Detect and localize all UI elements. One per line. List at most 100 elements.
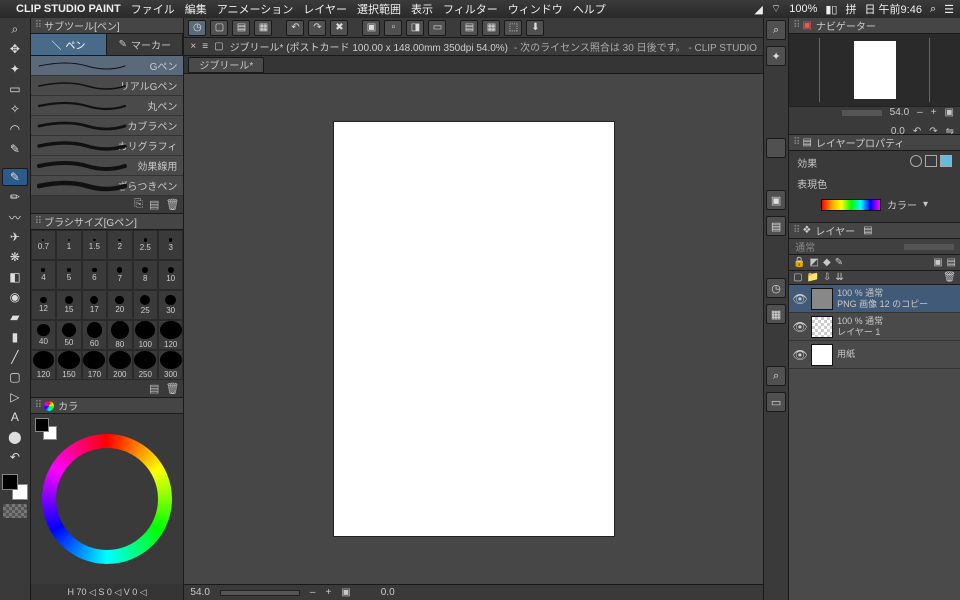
brush-row[interactable]: 効果線用 <box>31 156 184 176</box>
info-icon[interactable]: ◷ <box>766 278 786 298</box>
quickaccess-icon[interactable]: ⌕ <box>766 20 786 40</box>
brushsize-delete-icon[interactable]: 🗑 <box>165 382 179 395</box>
effect-tone-icon[interactable] <box>925 155 937 167</box>
zoom-fit-icon[interactable]: ▣ <box>341 587 350 598</box>
tool-airbrush[interactable]: ✈ <box>2 228 28 246</box>
brush-duplicate-icon[interactable]: ⎘ <box>134 198 143 211</box>
menu-edit[interactable]: 編集 <box>185 1 207 17</box>
brush-size-cell[interactable]: 0.7 <box>31 230 56 260</box>
panel-grip-icon[interactable]: ⠿ <box>35 20 40 31</box>
cmd-ruler-icon[interactable]: ▤ <box>460 20 478 36</box>
visibility-eye-icon[interactable]: 👁 <box>793 320 807 334</box>
brush-row[interactable]: ざらつきペン <box>31 176 184 196</box>
tool-ruler[interactable]: ▷ <box>2 388 28 406</box>
brushsize-panel-header[interactable]: ⠿ ブラシサイズ[Gペン] <box>31 214 184 230</box>
new-layer-icon[interactable]: ▢ <box>793 272 802 283</box>
brush-row[interactable]: カブラペン <box>31 116 184 136</box>
brush-size-cell[interactable]: 60 <box>82 320 107 350</box>
brush-size-cell[interactable]: 7 <box>107 260 132 290</box>
tool-magnify[interactable]: ⌕ <box>2 20 28 38</box>
cmd-undo-icon[interactable]: ↶ <box>286 20 304 36</box>
rotation-readout[interactable]: 0.0 <box>381 587 395 598</box>
opacity-slider[interactable] <box>904 244 954 250</box>
visibility-eye-icon[interactable]: 👁 <box>793 292 807 306</box>
tool-blend[interactable]: ◉ <box>2 288 28 306</box>
menu-view[interactable]: 表示 <box>411 1 433 17</box>
brush-size-cell[interactable]: 2.5 <box>133 230 158 260</box>
blend-mode-select[interactable]: 通常 <box>795 239 815 254</box>
tool-frame[interactable]: ▢ <box>2 368 28 386</box>
tool-fill[interactable]: ▰ <box>2 308 28 326</box>
menu-animation[interactable]: アニメーション <box>217 1 294 17</box>
layer-thumbnail[interactable] <box>811 344 833 366</box>
subtool-tab-pen[interactable]: ＼ ペン <box>31 34 107 55</box>
ime-indicator[interactable]: 拼 <box>845 1 856 17</box>
cmd-clip-studio-icon[interactable]: ◷ <box>188 20 206 36</box>
brush-size-cell[interactable]: 150 <box>56 350 81 380</box>
tool-brush[interactable]: 〰 <box>2 208 28 226</box>
brush-new-icon[interactable]: ▤ <box>149 198 159 211</box>
history-icon[interactable]: ▤ <box>766 216 786 236</box>
canvas-paper[interactable] <box>334 122 614 536</box>
nav-zoom-value[interactable]: 54.0 <box>890 107 909 118</box>
brush-size-cell[interactable]: 30 <box>158 290 183 320</box>
cmd-delete-icon[interactable]: ✖ <box>330 20 348 36</box>
brushsize-add-icon[interactable]: ▤ <box>149 382 159 395</box>
brush-size-cell[interactable]: 80 <box>107 320 132 350</box>
brush-size-cell[interactable]: 1 <box>56 230 81 260</box>
tool-eyedropper[interactable]: ✎ <box>2 140 28 158</box>
nav-zoom-in-icon[interactable]: + <box>931 107 937 118</box>
animation-cel-icon[interactable]: ▭ <box>766 392 786 412</box>
new-folder-icon[interactable]: 📁 <box>807 272 819 283</box>
cmd-new-icon[interactable]: ▢ <box>210 20 228 36</box>
brush-size-cell[interactable]: 2 <box>107 230 132 260</box>
battery-icon[interactable]: ▮▯ <box>825 3 837 16</box>
brush-size-cell[interactable]: 10 <box>158 260 183 290</box>
dropdown-icon[interactable]: ▾ <box>923 199 928 210</box>
cmd-select-all-icon[interactable]: ▣ <box>362 20 380 36</box>
layer-tab2-icon[interactable]: ▤ <box>863 225 872 236</box>
document-tab[interactable]: ジブリール* <box>188 57 264 73</box>
nav-zoom-slider[interactable] <box>842 110 882 116</box>
menu-window[interactable]: ウィンドウ <box>508 1 563 17</box>
menu-extras-icon[interactable]: ☰ <box>944 3 954 16</box>
tool-eraser[interactable]: ◧ <box>2 268 28 286</box>
brush-size-cell[interactable]: 170 <box>82 350 107 380</box>
tool-marquee[interactable]: ▭ <box>2 80 28 98</box>
search-layer-icon[interactable]: ⌕ <box>766 366 786 386</box>
color-mini-swatch[interactable] <box>35 418 57 440</box>
doc-menu-icon[interactable]: ≡ <box>202 41 208 52</box>
layer-panel-header[interactable]: ⠿ ❖ レイヤー ▤ <box>789 223 960 239</box>
menu-file[interactable]: ファイル <box>131 1 175 17</box>
transparent-swatch[interactable] <box>3 504 27 518</box>
cmd-snap-icon[interactable]: ⬚ <box>504 20 522 36</box>
panel-grip-icon[interactable]: ⠿ <box>793 20 798 31</box>
cmd-open-icon[interactable]: ▤ <box>232 20 250 36</box>
brush-delete-icon[interactable]: 🗑 <box>165 198 179 211</box>
item-bank-icon[interactable]: ▦ <box>766 304 786 324</box>
color-sv-picker[interactable] <box>71 463 143 535</box>
brush-size-cell[interactable]: 20 <box>107 290 132 320</box>
navigator-preview[interactable] <box>789 34 960 106</box>
tool-decoration[interactable]: ❋ <box>2 248 28 266</box>
layer-row[interactable]: 👁100 % 通常PNG 画像 12 のコピー <box>789 285 960 313</box>
layer-thumbnail[interactable] <box>811 316 833 338</box>
layer-thumbnail[interactable] <box>811 288 833 310</box>
layer-mask-icon[interactable]: ▣ <box>933 257 942 268</box>
brush-size-cell[interactable]: 40 <box>31 320 56 350</box>
brush-size-cell[interactable]: 12 <box>31 290 56 320</box>
menu-layer[interactable]: レイヤー <box>303 1 347 17</box>
tool-wand[interactable]: ✧ <box>2 100 28 118</box>
tool-correct[interactable]: ↶ <box>2 448 28 466</box>
brush-size-cell[interactable]: 15 <box>56 290 81 320</box>
tool-figure[interactable]: ╱ <box>2 348 28 366</box>
brush-size-cell[interactable]: 300 <box>158 350 183 380</box>
brush-size-cell[interactable]: 5 <box>56 260 81 290</box>
clock[interactable]: 日 午前9:46 <box>864 1 921 17</box>
doc-restore-icon[interactable]: ▢ <box>214 41 223 52</box>
canvas-viewport[interactable] <box>184 74 763 584</box>
menu-help[interactable]: ヘルプ <box>573 1 606 17</box>
panel-grip-icon[interactable]: ⠿ <box>35 216 40 227</box>
material-icon[interactable] <box>766 138 786 158</box>
layer-ref-icon[interactable]: ◆ <box>823 257 831 268</box>
